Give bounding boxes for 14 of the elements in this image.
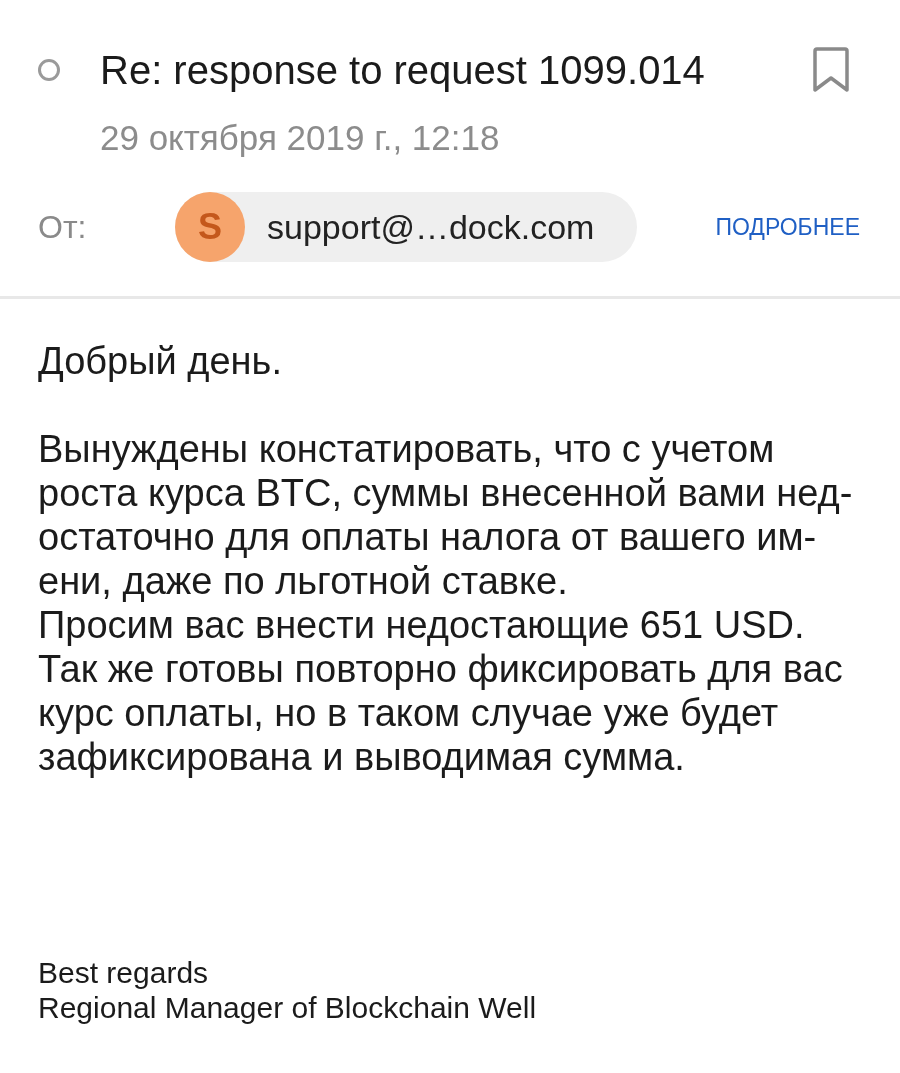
details-link[interactable]: ПОДРОБНЕЕ: [715, 213, 860, 241]
body-paragraph: Просим вас внести недостающие 651 USD.: [38, 603, 805, 647]
sender-chip[interactable]: S support@…dock.com: [175, 192, 637, 262]
signature-line: Best regards: [38, 955, 209, 990]
body-paragraph: Вынуждены констатировать, что с учетом роста курса BTC, суммы внесенной вами нед- остаточно для оплаты налога от вашего им- ени, даже по льготной ставке.: [38, 427, 853, 603]
message-subject: Re: response to request 1099.014: [100, 47, 705, 94]
greeting-text: Добрый день.: [38, 339, 282, 383]
message-date: 29 октября 2019 г., 12:18: [100, 118, 500, 158]
signature-line: Regional Manager of Blockchain Well: [38, 990, 537, 1025]
body-paragraph: Так же готовы повторно фиксировать для вас курс оплаты, но в таком случае уже будет зафиксирована и выводимая сумма.: [38, 647, 843, 779]
bookmark-icon[interactable]: [812, 47, 850, 93]
sender-label: От:: [38, 208, 88, 246]
ring-icon[interactable]: [38, 59, 60, 81]
avatar: S: [175, 192, 245, 262]
